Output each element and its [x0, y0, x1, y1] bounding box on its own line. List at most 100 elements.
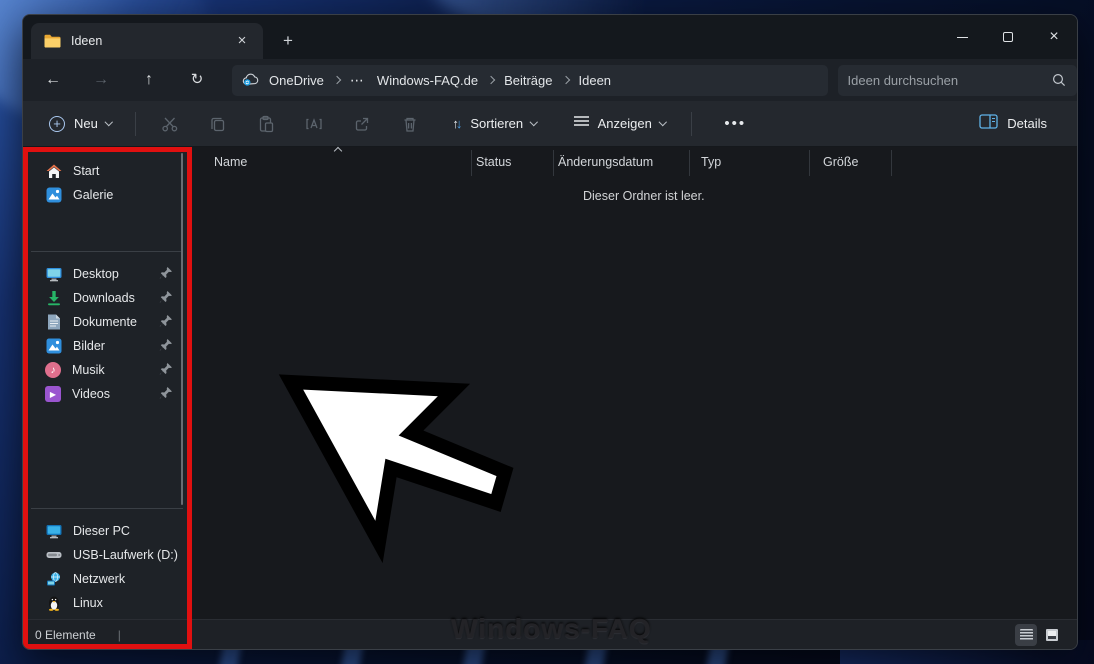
forward-icon[interactable]: →	[84, 65, 118, 95]
sidebar-item-label: Desktop	[73, 267, 119, 281]
view-lines-icon	[573, 114, 590, 133]
plus-circle-icon: +	[49, 115, 65, 132]
pin-icon	[159, 386, 173, 400]
new-button[interactable]: + Neu	[39, 110, 121, 138]
tab-close-button[interactable]: ×	[231, 30, 253, 52]
sidebar-item-dieser-pc[interactable]: Dieser PC	[23, 519, 191, 543]
column-header-typ[interactable]: Typ	[701, 155, 721, 169]
column-resize-handle[interactable]	[809, 150, 810, 176]
sidebar-item-netzwerk[interactable]: Netzwerk	[23, 567, 191, 591]
address-bar[interactable]: OneDrive ⋯ Windows-FAQ.de Beiträge Ideen	[232, 64, 828, 96]
sort-label: Sortieren	[470, 116, 524, 131]
column-header-status[interactable]: Status	[476, 155, 511, 169]
sidebar-item-musik[interactable]: ♪ Musik	[23, 358, 191, 382]
sort-button[interactable]: ↑↓ Sortieren	[444, 109, 544, 139]
documents-icon	[45, 314, 62, 331]
sidebar-item-downloads[interactable]: Downloads	[23, 286, 191, 310]
chevron-down-icon	[658, 118, 667, 126]
column-resize-handle[interactable]	[471, 150, 472, 176]
column-header-groesse[interactable]: Größe	[823, 155, 858, 169]
view-label: Anzeigen	[597, 116, 652, 131]
column-header-name[interactable]: Name	[214, 155, 247, 169]
minimize-icon[interactable]	[939, 15, 985, 59]
maximize-icon[interactable]	[985, 15, 1031, 59]
item-count: 0 Elemente	[35, 627, 96, 642]
chevron-down-icon	[104, 118, 113, 126]
back-icon[interactable]: ←	[36, 65, 70, 95]
new-tab-button[interactable]: +	[275, 29, 301, 53]
sidebar-item-label: Videos	[72, 387, 110, 401]
music-icon: ♪	[45, 362, 61, 378]
breadcrumb-item-site[interactable]: Windows-FAQ.de	[371, 71, 484, 90]
sidebar-item-start[interactable]: Start	[23, 159, 191, 183]
sidebar-divider	[31, 251, 183, 252]
share-icon[interactable]	[343, 107, 381, 141]
details-view-icon[interactable]	[1015, 623, 1037, 646]
large-icons-view-icon[interactable]	[1041, 624, 1063, 646]
sidebar-item-label: Start	[73, 164, 100, 178]
copy-icon[interactable]	[199, 107, 237, 141]
sidebar-item-dokumente[interactable]: Dokumente	[23, 310, 191, 334]
desktop-icon	[45, 266, 62, 283]
sidebar-item-desktop[interactable]: Desktop	[23, 262, 191, 286]
view-button[interactable]: Anzeigen	[565, 108, 674, 139]
linux-penguin-icon	[45, 595, 62, 612]
details-pane-button[interactable]: Details	[971, 108, 1055, 140]
watermark: Windows-FAQ	[451, 613, 652, 644]
breadcrumb-item-onedrive[interactable]: OneDrive	[263, 71, 330, 90]
sidebar-item-label: Musik	[72, 363, 105, 377]
tab-title: Ideen	[71, 34, 103, 48]
chevron-down-icon	[529, 118, 538, 126]
more-options-icon[interactable]: •••	[716, 111, 754, 136]
breadcrumb-item-ideen[interactable]: Ideen	[573, 71, 618, 90]
sidebar-item-videos[interactable]: ▶ Videos	[23, 382, 191, 406]
file-list-pane: Name Status Änderungsdatum Typ Größe Die…	[191, 146, 1077, 619]
rename-icon[interactable]	[295, 107, 333, 141]
pin-icon	[159, 290, 173, 304]
sidebar-item-usb-laufwerk[interactable]: USB-Laufwerk (D:)	[23, 543, 191, 567]
sidebar-item-label: Netzwerk	[73, 572, 126, 586]
sidebar-item-label: Dokumente	[73, 315, 137, 329]
sidebar-divider	[31, 508, 183, 509]
search-input[interactable]	[847, 72, 1050, 88]
cut-icon[interactable]	[151, 107, 189, 141]
delete-icon[interactable]	[391, 107, 429, 141]
view-toggles	[1015, 623, 1063, 646]
column-resize-handle[interactable]	[891, 150, 892, 176]
sidebar-item-linux[interactable]: Linux	[23, 591, 191, 615]
search-icon[interactable]	[1050, 72, 1067, 89]
sidebar-item-label: USB-Laufwerk (D:)	[73, 548, 178, 562]
folder-icon	[44, 33, 61, 50]
sidebar-item-galerie[interactable]: Galerie	[23, 183, 191, 207]
paste-icon[interactable]	[247, 107, 285, 141]
breadcrumb-separator-icon	[561, 75, 570, 85]
empty-folder-message: Dieser Ordner ist leer.	[583, 189, 705, 203]
home-icon	[45, 163, 62, 180]
navigation-bar: ← → ↑ ↻ OneDrive ⋯ Windows-FAQ.de Beiträ…	[23, 59, 1077, 101]
breadcrumb-separator-icon	[486, 75, 496, 85]
toolbar-divider	[691, 111, 693, 136]
close-icon[interactable]: ×	[1031, 15, 1077, 59]
title-bar: Ideen × + ×	[23, 15, 1077, 59]
sidebar-item-bilder[interactable]: Bilder	[23, 334, 191, 358]
sidebar-item-label: Bilder	[73, 339, 105, 353]
pin-icon	[159, 266, 173, 280]
downloads-icon	[45, 290, 62, 307]
column-header-aenderungsdatum[interactable]: Änderungsdatum	[558, 155, 653, 169]
breadcrumb-ellipsis[interactable]: ⋯	[344, 70, 371, 91]
up-icon[interactable]: ↑	[132, 65, 166, 95]
column-resize-handle[interactable]	[689, 150, 690, 176]
column-resize-handle[interactable]	[553, 150, 554, 176]
navigation-pane: Start Galerie Desktop Downloads Dokument…	[23, 147, 191, 619]
sidebar-scrollbar[interactable]	[181, 153, 183, 505]
explorer-tab[interactable]: Ideen ×	[31, 23, 263, 59]
large-arrow-cursor	[278, 374, 514, 564]
file-explorer-window: Ideen × + × ← → ↑ ↻ OneDrive ⋯ Windows-F…	[22, 14, 1078, 650]
this-pc-icon	[45, 523, 62, 540]
network-icon	[45, 571, 62, 588]
breadcrumb-item-beitraege[interactable]: Beiträge	[498, 71, 558, 90]
videos-icon: ▶	[45, 386, 61, 402]
new-button-label: Neu	[74, 116, 98, 131]
search-box[interactable]	[837, 64, 1077, 96]
refresh-icon[interactable]: ↻	[180, 65, 214, 95]
